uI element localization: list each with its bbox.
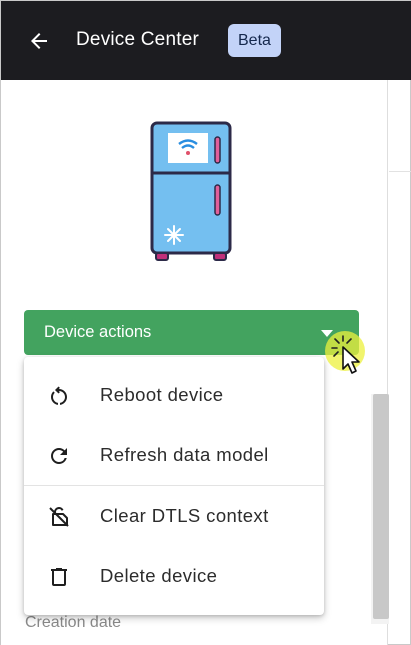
menu-item-reboot-device[interactable]: Reboot device	[24, 366, 324, 424]
device-actions-button[interactable]: Device actions	[24, 310, 359, 355]
device-actions-menu: Reboot device Refresh data model Clear D…	[24, 357, 324, 615]
lock-off-icon	[46, 504, 72, 530]
menu-divider	[24, 485, 324, 486]
refrigerator-icon	[150, 121, 232, 261]
menu-item-refresh-data-model[interactable]: Refresh data model	[24, 426, 324, 484]
app-bar: Device Center Beta	[1, 1, 411, 80]
menu-item-label: Clear DTLS context	[100, 505, 269, 526]
menu-item-clear-dtls-context[interactable]: Clear DTLS context	[24, 487, 324, 545]
scrollbar-thumb[interactable]	[373, 394, 389, 619]
device-actions-label: Device actions	[44, 323, 152, 341]
trash-icon	[46, 564, 72, 590]
menu-item-label: Refresh data model	[100, 444, 269, 465]
divider	[389, 171, 411, 172]
mouse-cursor	[321, 327, 373, 377]
back-button[interactable]	[23, 25, 55, 57]
beta-badge: Beta	[228, 24, 281, 57]
arrow-left-icon	[31, 33, 47, 49]
menu-item-delete-device[interactable]: Delete device	[24, 547, 324, 605]
menu-item-label: Delete device	[100, 565, 218, 586]
refresh-icon	[46, 443, 72, 469]
creation-date-label: Creation date	[25, 614, 122, 631]
reboot-icon	[46, 383, 72, 409]
app-title: Device Center	[76, 29, 199, 50]
menu-item-label: Reboot device	[100, 384, 224, 405]
pointer-arrow-icon	[331, 335, 360, 374]
